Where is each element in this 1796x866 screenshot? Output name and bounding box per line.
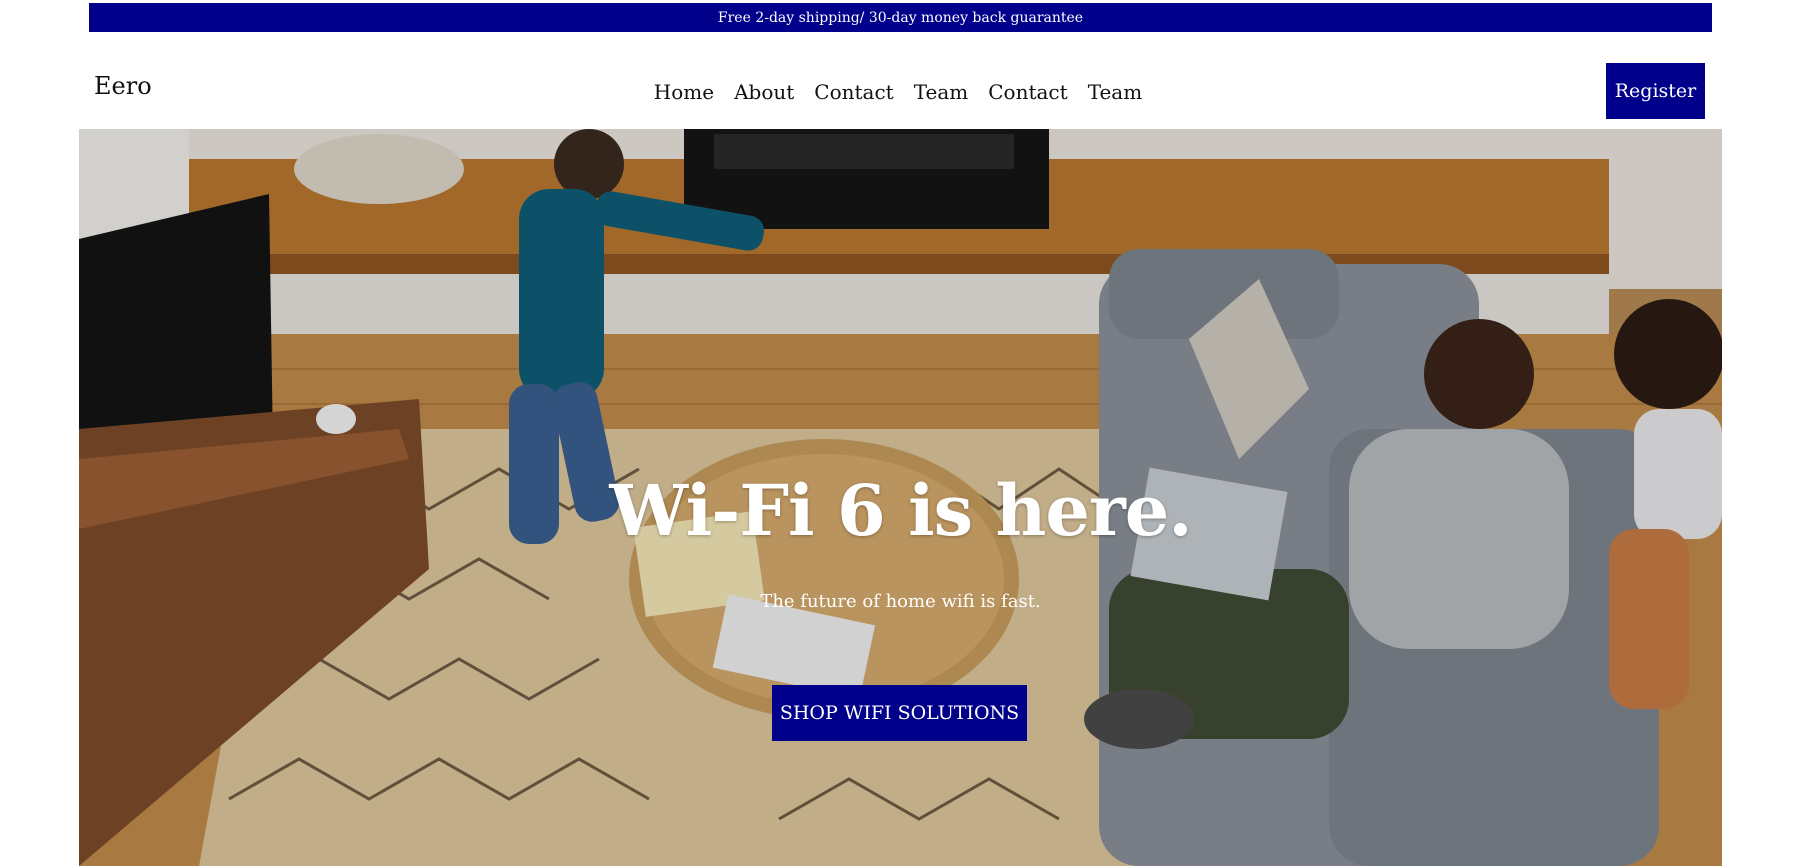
register-button[interactable]: Register: [1606, 63, 1705, 119]
hero-title: Wi-Fi 6 is here.: [609, 469, 1192, 552]
nav-about[interactable]: About: [734, 80, 794, 104]
nav-team-2[interactable]: Team: [1088, 80, 1143, 104]
nav-contact-2[interactable]: Contact: [988, 80, 1067, 104]
nav-contact[interactable]: Contact: [814, 80, 893, 104]
nav-home[interactable]: Home: [654, 80, 714, 104]
hero-section: Wi-Fi 6 is here. The future of home wifi…: [79, 129, 1722, 866]
promo-text: Free 2-day shipping/ 30-day money back g…: [717, 9, 1084, 26]
promo-bar: Free 2-day shipping/ 30-day money back g…: [89, 3, 1712, 32]
main-nav: Home About Contact Team Contact Team: [0, 80, 1796, 104]
hero-subtitle: The future of home wifi is fast.: [760, 591, 1041, 612]
shop-wifi-button[interactable]: SHOP WIFI SOLUTIONS: [772, 685, 1027, 741]
nav-team[interactable]: Team: [914, 80, 969, 104]
